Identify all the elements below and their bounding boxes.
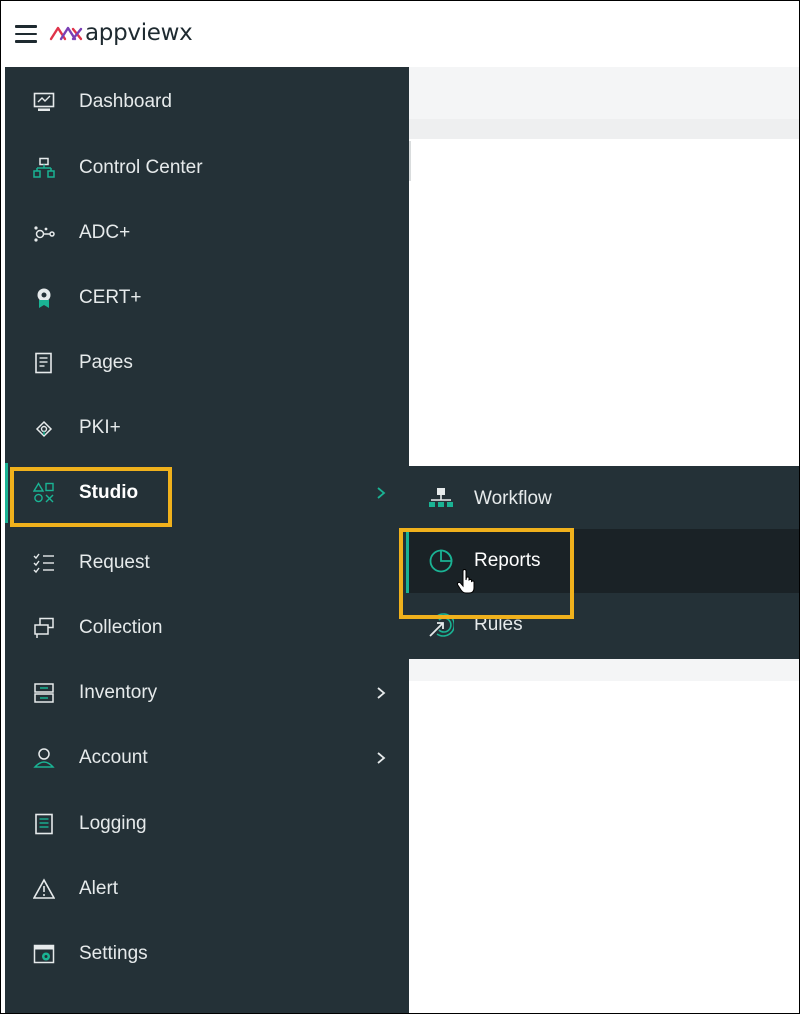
page-icon xyxy=(33,352,55,374)
sidebar-item-label: Request xyxy=(79,552,150,573)
sidebar-item-settings[interactable]: Settings xyxy=(5,924,409,984)
sidebar-item-alert[interactable]: Alert xyxy=(5,859,409,919)
sidebar-item-label: Dashboard xyxy=(79,91,172,112)
certificate-badge-icon xyxy=(33,287,55,309)
content-subheader-strip xyxy=(409,119,799,139)
submenu-item-workflow[interactable]: Workflow xyxy=(406,467,799,531)
sidebar-item-label: Account xyxy=(79,747,148,768)
sidebar-item-dashboard[interactable]: Dashboard xyxy=(5,72,409,132)
sidebar-item-label: CERT+ xyxy=(79,287,142,308)
sidebar-item-control-center[interactable]: Control Center xyxy=(5,138,409,198)
user-icon xyxy=(33,747,55,769)
sidebar-item-label: Collection xyxy=(79,617,163,638)
submenu-item-label: Workflow xyxy=(474,488,552,509)
sidebar-item-cert[interactable]: CERT+ xyxy=(5,268,409,328)
sidebar-item-account[interactable]: Account xyxy=(5,728,409,788)
app-logo[interactable]: appviewx xyxy=(49,17,193,49)
log-icon xyxy=(33,813,55,835)
sidebar-item-label: ADC+ xyxy=(79,222,131,243)
studio-highlight-box xyxy=(10,467,172,527)
inventory-icon xyxy=(33,682,55,704)
sidebar-item-request[interactable]: Request xyxy=(5,533,409,593)
sidebar-item-adc[interactable]: ADC+ xyxy=(5,203,409,263)
settings-window-icon xyxy=(33,943,55,965)
sidebar-item-label: Logging xyxy=(79,813,147,834)
chevron-right-icon[interactable] xyxy=(375,687,387,699)
adc-node-icon xyxy=(33,222,55,244)
monitor-icon xyxy=(33,91,55,113)
content-strip xyxy=(409,659,799,681)
hamburger-menu-icon[interactable] xyxy=(15,25,37,43)
workflow-icon xyxy=(429,488,453,507)
sidebar-item-pki[interactable]: PKI+ xyxy=(5,398,409,458)
top-bar: appviewx xyxy=(1,1,799,67)
sidebar-item-label: Control Center xyxy=(79,157,203,178)
collection-icon xyxy=(33,617,55,639)
sidebar-item-label: Alert xyxy=(79,878,119,899)
sidebar-item-inventory[interactable]: Inventory xyxy=(5,663,409,723)
sidebar-item-collection[interactable]: Collection xyxy=(5,598,409,658)
logo-wave-icon xyxy=(49,26,83,41)
brand-name: appviewx xyxy=(85,20,193,46)
checklist-icon xyxy=(33,552,55,574)
sidebar-item-label: Inventory xyxy=(79,682,158,703)
reports-highlight-box xyxy=(399,528,574,619)
content-header-strip xyxy=(409,67,799,119)
sidebar-item-label: Pages xyxy=(79,352,133,373)
network-icon xyxy=(33,157,55,179)
sidebar-item-logging[interactable]: Logging xyxy=(5,794,409,854)
sidebar-item-pages[interactable]: Pages xyxy=(5,333,409,393)
pki-icon xyxy=(33,417,55,439)
sidebar-item-label: Settings xyxy=(79,943,148,964)
sidebar-item-label: PKI+ xyxy=(79,417,121,438)
app-window: appviewx Dashboard Control Center ADC+ C… xyxy=(0,0,800,1014)
active-indicator xyxy=(5,463,8,523)
chevron-right-icon[interactable] xyxy=(375,752,387,764)
content-divider xyxy=(409,141,411,181)
warning-icon xyxy=(33,878,55,900)
chevron-right-icon[interactable] xyxy=(375,487,387,499)
sidebar-nav: Dashboard Control Center ADC+ CERT+ Page xyxy=(5,67,409,1013)
